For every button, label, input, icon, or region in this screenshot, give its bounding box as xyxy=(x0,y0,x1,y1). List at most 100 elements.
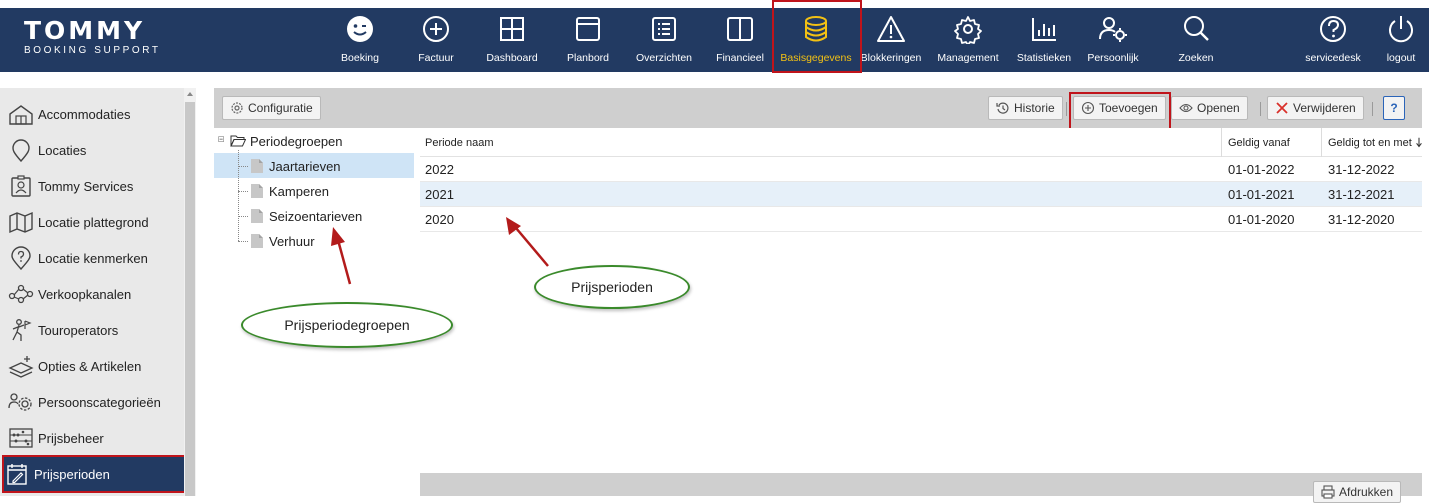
folder-open-icon xyxy=(230,135,246,147)
tree-item-seizoentarieven[interactable]: Seizoentarieven xyxy=(249,204,362,228)
sidebar-item-locatie-kenmerken[interactable]: Locatie kenmerken xyxy=(8,241,178,275)
search-icon xyxy=(1184,16,1209,41)
nav-planbord[interactable]: Planbord xyxy=(550,8,626,72)
tommy-logo[interactable]: TOMMY BOOKING SUPPORT xyxy=(24,18,161,57)
nav-persoonlijk[interactable]: Persoonlijk xyxy=(1075,8,1151,72)
openen-button[interactable]: Openen xyxy=(1171,96,1248,120)
map-pin-icon xyxy=(12,139,30,162)
historie-button[interactable]: Historie xyxy=(988,96,1063,120)
printer-icon xyxy=(1321,485,1335,499)
sidebar-item-persoonscategorieen[interactable]: Persoonscategorieën xyxy=(8,385,178,419)
verwijderen-button[interactable]: Verwijderen xyxy=(1267,96,1364,120)
eye-icon xyxy=(1179,103,1193,113)
sidebar-item-label: Locatie kenmerken xyxy=(38,250,148,266)
sidebar-item-label: Persoonscategorieën xyxy=(38,394,161,410)
nav-blokkeringen[interactable]: Blokkeringen xyxy=(853,8,929,72)
sidebar-item-label: Verkoopkanalen xyxy=(38,286,132,302)
smiley-icon xyxy=(347,16,373,42)
toolbar-separator xyxy=(1260,102,1261,116)
nav-label: Management xyxy=(937,52,999,64)
verwijderen-label: Verwijderen xyxy=(1293,101,1356,115)
sidebar-item-label: Tommy Services xyxy=(38,178,134,194)
sidebar-item-tommy-services[interactable]: Tommy Services xyxy=(8,169,178,203)
tree-item-jaartarieven[interactable]: Jaartarieven xyxy=(249,154,341,178)
nav-management[interactable]: Management xyxy=(930,8,1006,72)
configuratie-button[interactable]: Configuratie xyxy=(222,96,321,120)
afdrukken-button[interactable]: Afdrukken xyxy=(1313,481,1402,503)
people-gear-icon xyxy=(8,393,32,411)
sidebar-item-label: Opties & Artikelen xyxy=(38,358,142,374)
document-icon xyxy=(251,209,263,223)
toolbar-separator xyxy=(1066,102,1067,116)
nav-label: Planbord xyxy=(566,52,610,64)
toevoegen-button[interactable]: Toevoegen xyxy=(1073,96,1166,120)
sidebar-scroll-thumb[interactable] xyxy=(185,102,195,496)
cell-periode-naam: 2021 xyxy=(425,187,454,202)
table-row[interactable]: 2020 01-01-2020 31-12-2020 xyxy=(420,207,1422,232)
map-icon xyxy=(9,211,33,234)
nav-logout[interactable]: logout xyxy=(1363,8,1429,72)
nav-financieel[interactable]: Financieel xyxy=(702,8,778,72)
column-header-geldig-vanaf[interactable]: Geldig vanaf xyxy=(1223,128,1290,157)
nav-boeking[interactable]: Boeking xyxy=(322,8,398,72)
sidebar-item-locatie-plattegrond[interactable]: Locatie plattegrond xyxy=(8,205,178,239)
cell-geldig-tot: 31-12-2020 xyxy=(1328,212,1395,227)
sidebar-item-accommodaties[interactable]: Accommodaties xyxy=(8,97,178,131)
list-icon xyxy=(652,17,676,41)
house-icon xyxy=(9,105,33,125)
tree-item-label: Verhuur xyxy=(269,233,315,249)
cell-geldig-vanaf: 01-01-2021 xyxy=(1228,187,1295,202)
toevoegen-label: Toevoegen xyxy=(1099,101,1158,115)
nav-statistieken[interactable]: Statistieken xyxy=(1006,8,1082,72)
main-toolbar: Configuratie Historie Toevoegen Openen V… xyxy=(214,88,1422,128)
nav-dashboard[interactable]: Dashboard xyxy=(474,8,550,72)
nav-label: Blokkeringen xyxy=(860,52,922,64)
planbord-window-icon xyxy=(576,17,600,41)
abacus-icon xyxy=(9,428,33,448)
nav-overzichten[interactable]: Overzichten xyxy=(626,8,702,72)
table-row[interactable]: 2022 01-01-2022 31-12-2022 xyxy=(420,157,1422,182)
column-header-label: Geldig tot en met xyxy=(1328,136,1412,149)
nav-label: Persoonlijk xyxy=(1087,52,1139,64)
tree-item-label: Seizoentarieven xyxy=(269,208,363,224)
nav-label: Zoeken xyxy=(1178,52,1214,64)
sidebar-item-prijsbeheer[interactable]: Prijsbeheer xyxy=(8,421,178,455)
historie-label: Historie xyxy=(1014,101,1055,115)
column-header-periode-naam[interactable]: Periode naam xyxy=(420,128,494,157)
tree-item-verhuur[interactable]: Verhuur xyxy=(249,229,315,253)
plus-circle-icon xyxy=(423,16,449,42)
nav-basisgegevens[interactable]: Basisgegevens xyxy=(778,8,854,72)
tree-root-periodegroepen[interactable]: Periodegroepen xyxy=(218,129,343,153)
annotation-prijsperiodegroepen: Prijsperiodegroepen xyxy=(241,302,453,348)
tree-item-kamperen[interactable]: Kamperen xyxy=(249,179,329,203)
nav-servicedesk[interactable]: servicedesk xyxy=(1295,8,1371,72)
cell-periode-naam: 2022 xyxy=(425,162,454,177)
cell-geldig-tot: 31-12-2022 xyxy=(1328,162,1395,177)
database-icon xyxy=(805,16,827,42)
tour-icon xyxy=(12,319,32,341)
scroll-up-arrow-icon[interactable] xyxy=(186,90,194,98)
help-button[interactable]: ? xyxy=(1383,96,1405,120)
sidebar-item-locaties[interactable]: Locaties xyxy=(8,133,178,167)
tree-item-label: Kamperen xyxy=(269,183,329,199)
tree-root-label: Periodegroepen xyxy=(250,133,343,149)
annotation-prijsperioden: Prijsperioden xyxy=(534,265,690,309)
document-icon xyxy=(251,159,263,173)
column-divider[interactable] xyxy=(1321,128,1322,157)
column-divider[interactable] xyxy=(1221,128,1222,157)
tree-connector xyxy=(238,150,239,241)
table-row[interactable]: 2021 01-01-2021 31-12-2021 xyxy=(420,182,1422,207)
sidebar-item-opties-artikelen[interactable]: Opties & Artikelen xyxy=(8,349,178,383)
nav-factuur[interactable]: Factuur xyxy=(398,8,474,72)
column-header-geldig-tot-en-met[interactable]: Geldig tot en met xyxy=(1323,128,1423,157)
sidebar-item-touroperators[interactable]: Touroperators xyxy=(8,313,178,347)
nav-zoeken[interactable]: Zoeken xyxy=(1158,8,1234,72)
sidebar-item-prijsperioden[interactable]: Prijsperioden xyxy=(2,455,186,493)
cell-geldig-vanaf: 01-01-2022 xyxy=(1228,162,1295,177)
history-icon xyxy=(996,102,1009,114)
bar-chart-icon xyxy=(1032,18,1056,41)
sidebar-item-label: Locatie plattegrond xyxy=(38,214,149,230)
add-circle-icon xyxy=(1081,101,1095,115)
document-icon xyxy=(251,234,263,248)
sidebar-item-verkoopkanalen[interactable]: Verkoopkanalen xyxy=(8,277,178,311)
